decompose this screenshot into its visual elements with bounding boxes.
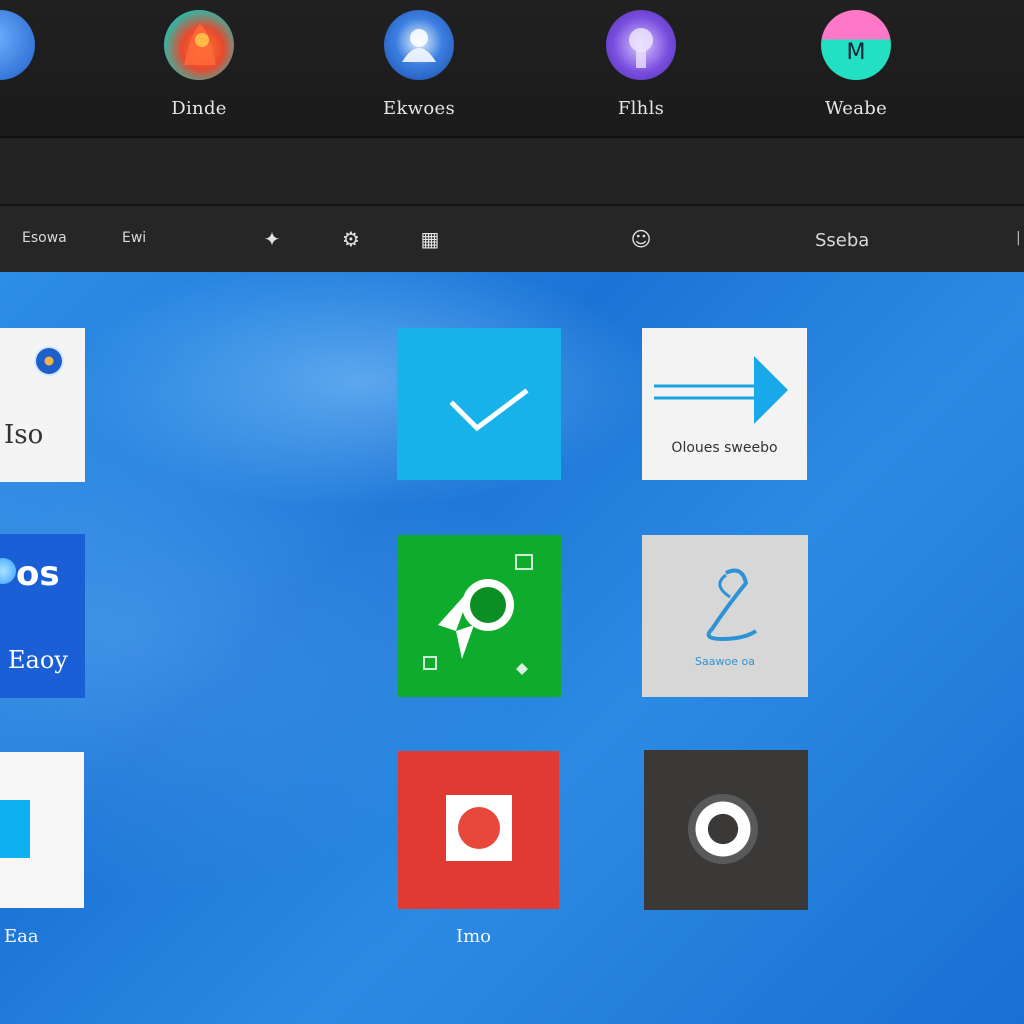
svg-text:M: M	[847, 40, 866, 65]
app-tile-red[interactable]	[398, 751, 559, 909]
emoji-icon[interactable]: ☺	[628, 226, 654, 252]
tile-caption: Eaa	[4, 926, 39, 947]
tile-subtitle: Eaoy	[8, 646, 68, 674]
tile-caption: Imo	[456, 926, 492, 947]
toolbar-edge-marker: |	[1016, 230, 1021, 246]
record-icon	[688, 794, 758, 864]
tile-title: os	[16, 554, 60, 594]
toolbar-right-label[interactable]: Sseba	[815, 230, 869, 251]
tab-icon[interactable]: ▦	[417, 226, 443, 252]
photo-icon	[446, 795, 512, 861]
desktop-background: Iso Oloues sweebo os Eaoy Saawoe oa Eaa …	[0, 272, 1024, 1024]
screen: Dinde Ekwoes Flhls M Weabe Esowa Ewi ✦ ⚙…	[0, 0, 1024, 1024]
toolbar: Esowa Ewi ✦ ⚙ ▦ ☺ Sseba |	[0, 206, 1024, 272]
profile-label: Dinde	[171, 98, 227, 119]
profile-item-4[interactable]: Flhls	[581, 8, 701, 128]
tile-label: Saawoe oa	[695, 655, 755, 668]
infinity-icon	[706, 568, 758, 642]
profile-item-3[interactable]: Ekwoes	[359, 8, 479, 128]
purple-avatar-icon	[606, 10, 676, 80]
blue-avatar-icon	[384, 10, 454, 80]
address-strip[interactable]	[0, 138, 1024, 206]
profile-bar: Dinde Ekwoes Flhls M Weabe	[0, 0, 1024, 138]
square-icon	[0, 800, 30, 858]
arrow-right-icon	[654, 356, 788, 424]
pink-avatar-icon: M	[821, 10, 891, 80]
orange-avatar-icon	[164, 10, 234, 80]
blue-avatar-icon	[0, 10, 35, 80]
toolbar-label[interactable]: Esowa	[22, 230, 67, 246]
profile-label: Ekwoes	[383, 98, 455, 119]
app-tile-gray[interactable]: Saawoe oa	[642, 535, 808, 697]
app-tile-check[interactable]	[397, 328, 561, 480]
logo-icon	[0, 558, 16, 584]
tile-label: Iso	[4, 420, 44, 450]
globe-icon	[34, 346, 64, 376]
profile-item-2[interactable]: Dinde	[139, 8, 259, 128]
profile-item-1[interactable]	[0, 8, 60, 128]
star-icon[interactable]: ✦	[259, 226, 285, 252]
app-tile-green[interactable]	[398, 535, 561, 697]
profile-label: Weabe	[824, 98, 888, 119]
globe-icon	[423, 554, 533, 675]
tile-label: Oloues sweebo	[671, 440, 778, 456]
app-tile-os[interactable]: os Eaoy	[0, 534, 85, 698]
app-tile-white[interactable]	[0, 752, 84, 908]
profile-label: Flhls	[617, 98, 665, 119]
app-tile-arrow[interactable]: Oloues sweebo	[642, 328, 807, 480]
checkmark-icon	[449, 388, 529, 432]
app-tile-a[interactable]: Iso	[0, 328, 85, 482]
profile-item-5[interactable]: M Weabe	[796, 8, 916, 128]
settings-icon[interactable]: ⚙	[338, 226, 364, 252]
app-tile-dark[interactable]	[644, 750, 808, 910]
toolbar-label-secondary[interactable]: Ewi	[122, 230, 146, 246]
